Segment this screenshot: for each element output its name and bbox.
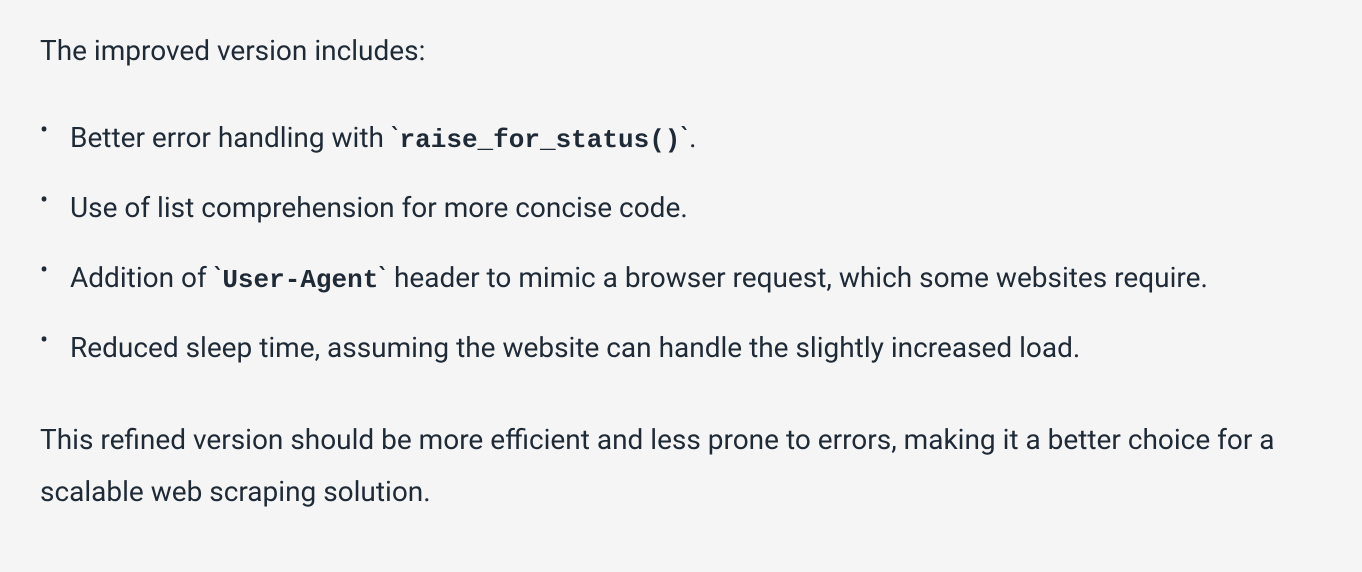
inline-code: User-Agent xyxy=(222,265,378,295)
list-item-text-suffix: . xyxy=(689,121,696,154)
list-item: Better error handling with `raise_for_st… xyxy=(40,112,1332,164)
inline-code: raise_for_status() xyxy=(400,125,681,155)
list-item-text-prefix: Better error handling with xyxy=(70,121,391,154)
backtick: ` xyxy=(680,121,689,154)
list-item-text-prefix: Reduced sleep time, assuming the website… xyxy=(70,331,1080,364)
list-item: Use of list comprehension for more conci… xyxy=(40,182,1332,234)
improvements-list: Better error handling with `raise_for_st… xyxy=(40,112,1332,374)
conclusion-paragraph: This refined version should be more effi… xyxy=(40,414,1332,518)
backtick: ` xyxy=(378,261,387,294)
list-item-text-prefix: Addition of xyxy=(70,261,214,294)
list-item: Reduced sleep time, assuming the website… xyxy=(40,322,1332,374)
list-item-text-prefix: Use of list comprehension for more conci… xyxy=(70,191,688,224)
list-item-text-suffix: header to mimic a browser request, which… xyxy=(387,261,1208,294)
intro-paragraph: The improved version includes: xyxy=(40,30,1332,72)
list-item: Addition of `User-Agent` header to mimic… xyxy=(40,252,1332,304)
backtick: ` xyxy=(214,261,223,294)
backtick: ` xyxy=(391,121,400,154)
